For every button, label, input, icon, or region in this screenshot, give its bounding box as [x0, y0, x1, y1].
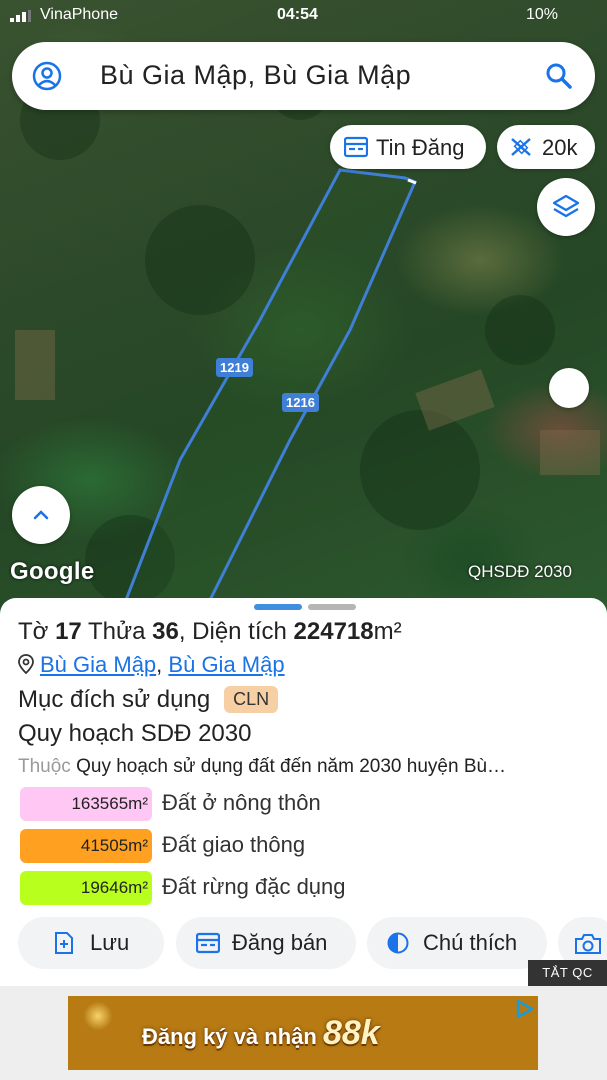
parcel-heading: Tờ 17 Thửa 36, Diện tích 224718m² [18, 618, 402, 645]
legend-button[interactable]: Chú thích [367, 917, 547, 969]
layers-icon [552, 194, 580, 218]
expand-sheet-button[interactable] [12, 486, 70, 544]
post-sale-label: Đăng bán [232, 930, 328, 955]
sheet-number: 17 [55, 618, 82, 645]
ad-text: Đăng ký và nhận 88k [142, 1014, 380, 1052]
area-chip: 19646m² [20, 871, 152, 905]
ad-highlight: 88k [322, 1014, 380, 1052]
contrast-icon [387, 932, 409, 954]
parcel-location: Bù Gia Mập, Bù Gia Mập [18, 652, 285, 678]
road-label-1219: 1219 [216, 358, 253, 377]
save-label: Lưu [90, 930, 130, 955]
planning-belongs: Thuộc Quy hoạch sử dụng đất đến năm 2030… [18, 756, 507, 777]
listing-icon [196, 932, 220, 954]
search-title: Bù Gia Mập, Bù Gia Mập [100, 60, 412, 90]
land-type-name: Đất giao thông [162, 832, 306, 857]
add-document-icon [55, 932, 73, 954]
status-time: 04:54 [277, 6, 318, 23]
camera-add-icon [575, 934, 601, 954]
district-link[interactable]: Bù Gia Mập [168, 652, 284, 677]
search-bar[interactable]: Bù Gia Mập, Bù Gia Mập [12, 42, 595, 110]
listing-icon [344, 136, 368, 158]
scale-label: 20k [542, 135, 578, 160]
land-type-name: Đất ở nông thôn [162, 790, 321, 815]
lot-number: 36 [152, 618, 179, 645]
ad-banner[interactable]: Đăng ký và nhận 88k [68, 996, 538, 1070]
ad-area: Đăng ký và nhận 88k [0, 986, 607, 1080]
tin-dang-button[interactable]: Tin Đăng [330, 125, 486, 169]
planning-title: Quy hoạch SDĐ 2030 [18, 720, 252, 747]
battery-level: 10% [526, 6, 559, 23]
signal-icon [10, 10, 31, 22]
parcel-info-sheet: Tờ 17 Thửa 36, Diện tích 224718m² Bù Gia… [0, 598, 607, 986]
land-use-purpose: Mục đích sử dụng CLN [18, 686, 279, 714]
tin-dang-label: Tin Đăng [376, 135, 465, 160]
google-logo: Google [10, 558, 95, 585]
save-button[interactable]: Lưu [18, 917, 164, 969]
legend-label: Chú thích [423, 930, 518, 955]
chevron-up-icon [33, 510, 49, 520]
road-label-1216: 1216 [282, 393, 319, 412]
post-sale-button[interactable]: Đăng bán [176, 917, 356, 969]
close-ad-button[interactable]: TẮT QC [528, 960, 607, 986]
commune-link[interactable]: Bù Gia Mập [40, 652, 156, 677]
location-marker-button[interactable] [549, 368, 589, 408]
layers-button[interactable] [537, 178, 595, 236]
ruler-icon [511, 138, 531, 156]
plan-layer-label: QHSDĐ 2030 [468, 562, 572, 581]
handle-inactive [308, 604, 356, 610]
area-chip: 163565m² [20, 787, 152, 821]
scale-button[interactable]: 20k [497, 125, 595, 169]
user-icon[interactable] [32, 61, 62, 91]
handle-active [254, 604, 302, 610]
area-value: 224718 [293, 618, 374, 645]
location-pin-icon [18, 654, 34, 674]
purpose-code-badge: CLN [224, 686, 279, 713]
area-chip: 41505m² [20, 829, 152, 863]
satellite-map[interactable]: VinaPhone 04:54 10% Bù Gia Mập, Bù Gia M… [0, 0, 607, 620]
adchoices-icon[interactable] [514, 998, 536, 1020]
status-bar: VinaPhone 04:54 10% [0, 0, 607, 32]
search-icon[interactable] [545, 62, 573, 90]
land-type-name: Đất rừng đặc dụng [162, 874, 346, 899]
carrier-name: VinaPhone [40, 6, 118, 23]
